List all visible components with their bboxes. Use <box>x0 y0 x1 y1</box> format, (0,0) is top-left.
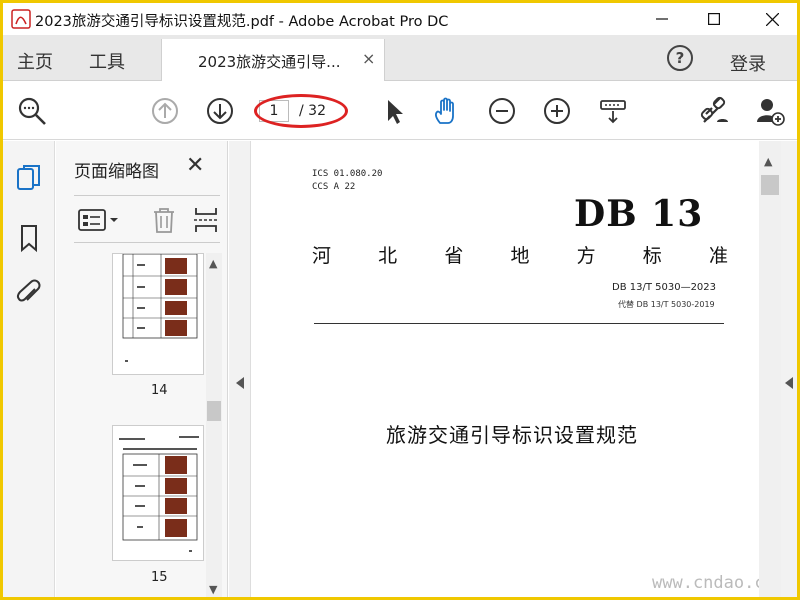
left-nav-rail <box>3 141 55 597</box>
scroll-up-arrow-icon[interactable]: ▲ <box>209 257 217 270</box>
title-bar: 2023旅游交通引导标识设置规范.pdf - Adobe Acrobat Pro… <box>3 3 797 35</box>
extract-page-icon[interactable] <box>192 206 220 234</box>
delete-trash-icon[interactable] <box>150 206 178 234</box>
tab-close-button[interactable]: × <box>362 49 375 68</box>
next-page-icon[interactable] <box>205 96 235 126</box>
panel-toolbar <box>74 195 220 243</box>
heading-char: 标 <box>642 245 662 267</box>
heading-char: 地 <box>510 245 530 267</box>
heading-char: 准 <box>708 245 728 267</box>
tab-document[interactable]: 2023旅游交通引导... × <box>161 39 385 81</box>
scroll-down-arrow-icon[interactable]: ▼ <box>209 583 217 596</box>
thumbnail-label: 15 <box>151 570 168 585</box>
highlight-ellipse <box>254 94 348 128</box>
document-title: 旅游交通引导标识设置规范 <box>386 423 638 447</box>
panel-collapse-strip[interactable] <box>229 141 251 597</box>
heading-char: 北 <box>378 245 398 267</box>
login-button[interactable]: 登录 <box>730 50 766 76</box>
expand-right-arrow-icon[interactable] <box>785 377 793 389</box>
thumbnail-page-14[interactable] <box>112 253 204 375</box>
maximize-button[interactable] <box>689 3 739 35</box>
ics-line: ICS 01.080.20 <box>312 169 383 179</box>
previous-page-icon[interactable] <box>150 96 180 126</box>
thumbnail-options-icon[interactable] <box>78 208 122 232</box>
close-window-button[interactable] <box>747 3 797 35</box>
close-icon <box>765 12 779 26</box>
collapse-left-arrow-icon[interactable] <box>236 377 244 389</box>
horizontal-rule <box>314 323 724 324</box>
minimize-icon <box>656 18 668 20</box>
thumbnail-label: 14 <box>151 383 168 398</box>
document-view[interactable]: ICS 01.080.20 CCS A 22 DB 13 河 北 省 地 方 标… <box>252 141 785 597</box>
hand-tool-icon[interactable] <box>431 96 461 126</box>
page-preview <box>119 436 199 552</box>
thumbnail-page-15[interactable] <box>112 425 204 561</box>
scroll-up-arrow-icon[interactable]: ▲ <box>764 155 772 168</box>
acrobat-window: 2023旅游交通引导标识设置规范.pdf - Adobe Acrobat Pro… <box>3 3 797 597</box>
window-title: 2023旅游交通引导标识设置规范.pdf - Adobe Acrobat Pro… <box>35 14 449 30</box>
tab-bar: 主页 工具 2023旅游交通引导... × ? 登录 <box>3 35 797 81</box>
document-scrollbar[interactable]: ▲ <box>759 141 781 597</box>
ccs-line: CCS A 22 <box>312 182 356 192</box>
attachment-icon[interactable] <box>15 279 43 309</box>
heading-char: 省 <box>444 245 464 267</box>
tab-home[interactable]: 主页 <box>17 48 53 74</box>
main-toolbar: 1 / 32 <box>3 82 797 140</box>
heading-char: 河 <box>312 245 332 267</box>
page-preview <box>122 253 198 362</box>
bookmark-icon[interactable] <box>15 223 43 253</box>
tab-document-label: 2023旅游交通引导... <box>198 53 341 71</box>
help-button[interactable]: ? <box>667 45 693 71</box>
panel-title: 页面缩略图 <box>74 162 159 182</box>
replaces-code: 代替 DB 13/T 5030-2019 <box>618 300 715 309</box>
page-display-icon[interactable] <box>598 96 628 126</box>
acrobat-app-icon <box>11 9 31 29</box>
panel-close-button[interactable]: ✕ <box>186 153 204 178</box>
add-user-icon[interactable] <box>755 96 785 126</box>
right-pane-strip[interactable] <box>781 141 797 597</box>
ics-code: ICS 01.080.20 CCS A 22 <box>312 168 382 194</box>
tab-tools[interactable]: 工具 <box>89 48 125 74</box>
db-mark: DB 13 <box>574 193 704 235</box>
thumbnail-scroll-thumb[interactable] <box>207 401 221 421</box>
thumbnail-scrollbar[interactable] <box>206 253 222 597</box>
document-page: ICS 01.080.20 CCS A 22 DB 13 河 北 省 地 方 标… <box>252 141 785 597</box>
zoom-out-icon[interactable] <box>487 96 517 126</box>
zoom-in-icon[interactable] <box>542 96 572 126</box>
thumbnail-panel: 页面缩略图 ✕ 14 15 ▲ ▼ <box>56 141 228 597</box>
page-thumbnails-icon[interactable] <box>15 163 43 193</box>
heading-char: 方 <box>576 245 596 267</box>
search-icon[interactable] <box>17 96 47 126</box>
standard-code: DB 13/T 5030—2023 <box>612 282 717 293</box>
document-scroll-thumb[interactable] <box>761 175 779 195</box>
share-link-icon[interactable] <box>700 96 730 126</box>
select-pointer-icon[interactable] <box>379 96 409 126</box>
maximize-icon <box>708 13 720 25</box>
minimize-button[interactable] <box>637 3 687 35</box>
province-standard-heading: 河 北 省 地 方 标 准 <box>312 241 728 268</box>
